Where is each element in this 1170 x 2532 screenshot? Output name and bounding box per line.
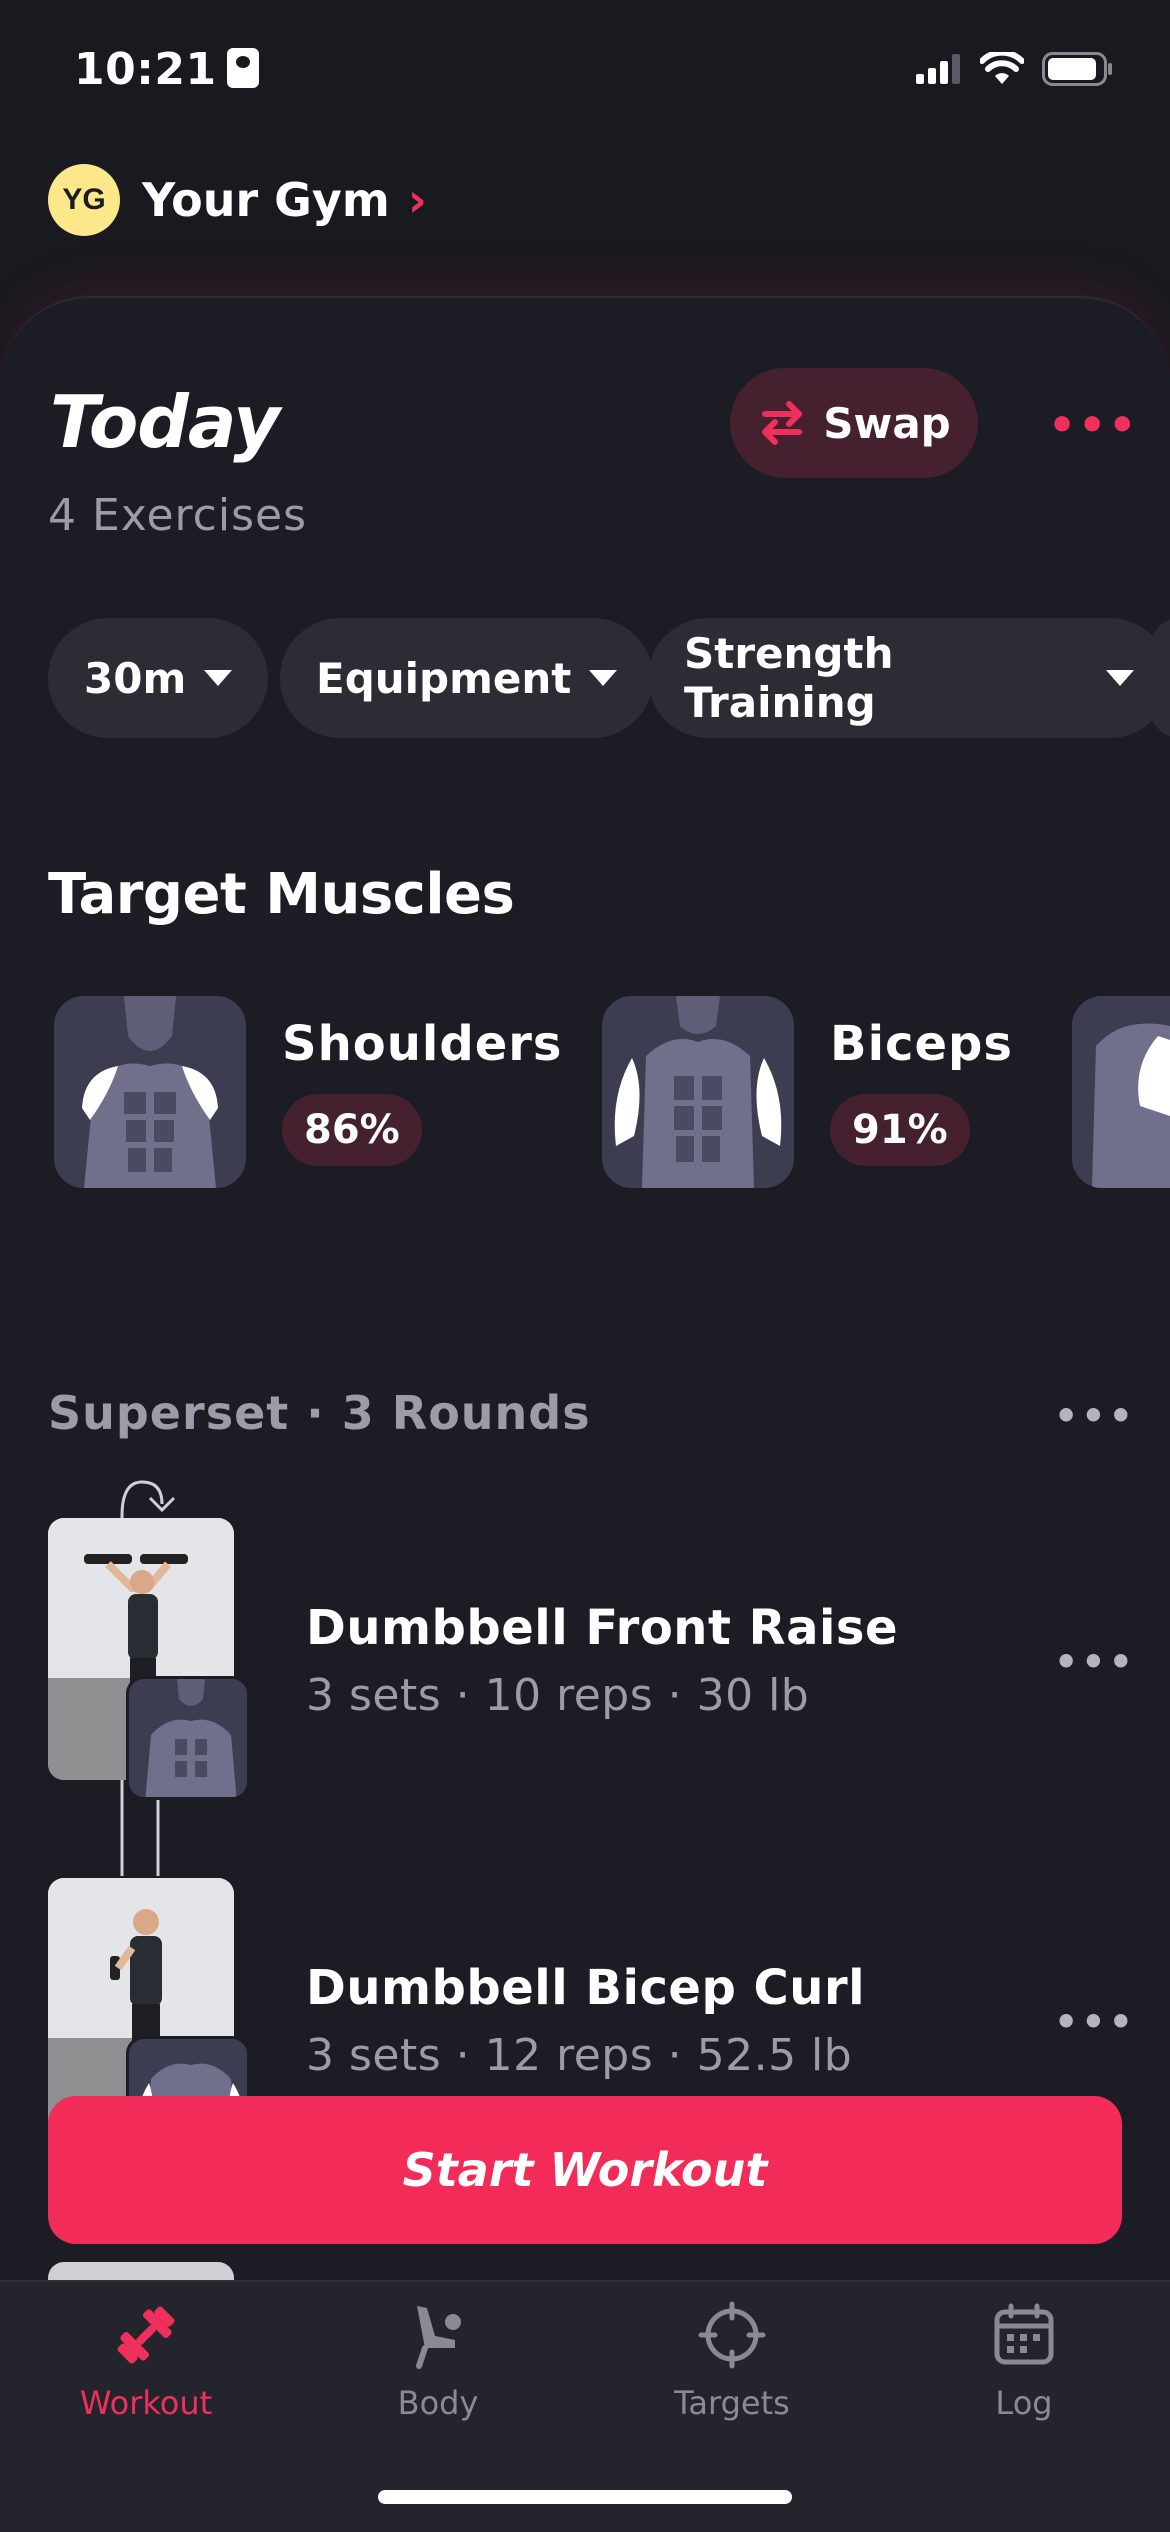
muscle-name: Biceps [830,1016,1013,1072]
caret-down-icon [589,670,618,686]
muscle-percent-badge: 91% [830,1094,970,1166]
exercise-muscle-thumb [126,1676,250,1800]
exercise-more-icon[interactable]: ••• [1054,2000,1136,2044]
cellular-signal-icon [916,54,960,84]
target-icon [698,2301,766,2369]
equipment-filter-chip[interactable]: Equipment [280,618,654,738]
home-indicator[interactable] [378,2490,792,2504]
filter-chip-partial[interactable] [1150,618,1170,738]
gym-selector[interactable]: YG Your Gym › [48,164,427,236]
gym-name: Your Gym [142,173,390,227]
calendar-icon [994,2303,1054,2365]
tab-body[interactable]: Body [318,2300,558,2422]
caret-down-icon [1106,670,1134,686]
training-type-filter-chip[interactable]: Strength Training [648,618,1170,738]
battery-icon [1042,52,1112,86]
dumbbell-icon [117,2306,175,2364]
start-workout-button[interactable]: Start Workout [48,2096,1122,2244]
caret-down-icon [204,670,233,686]
shoulders-muscle-image [54,996,246,1188]
status-time: 10:21 [74,44,259,95]
exercise-count: 4 Exercises [48,490,307,541]
chevron-right-icon: › [407,173,427,227]
wifi-icon [980,52,1024,84]
superset-title: Superset · 3 Rounds [48,1386,591,1440]
exercise-meta: 3 sets · 10 reps · 30 lb [306,1670,810,1721]
tab-log[interactable]: Log [904,2300,1144,2422]
page-title: Today [50,380,280,464]
duration-filter-chip[interactable]: 30m [48,618,269,738]
tab-targets[interactable]: Targets [612,2300,852,2422]
contact-card-icon [226,48,259,88]
muscle-image-partial [1072,996,1170,1188]
muscle-percent-badge: 86% [282,1094,422,1166]
muscle-name: Shoulders [282,1016,563,1072]
biceps-muscle-image [602,996,794,1188]
swap-button[interactable]: Swap [730,368,978,478]
exercise-meta: 3 sets · 12 reps · 52.5 lb [306,2030,853,2081]
exercise-more-icon[interactable]: ••• [1054,1640,1136,1684]
gym-avatar: YG [48,164,120,236]
exercise-name[interactable]: Dumbbell Bicep Curl [306,1960,865,2016]
target-muscles-title: Target Muscles [48,862,515,927]
swap-label: Swap [823,398,951,448]
swap-arrows-icon [762,401,803,445]
more-options-icon[interactable]: ••• [1048,400,1138,451]
exercise-name[interactable]: Dumbbell Front Raise [306,1600,898,1656]
superset-more-icon[interactable]: ••• [1054,1394,1136,1438]
tab-workout[interactable]: Workout [26,2300,266,2422]
body-icon [416,2306,461,2369]
status-icons [916,52,1114,86]
